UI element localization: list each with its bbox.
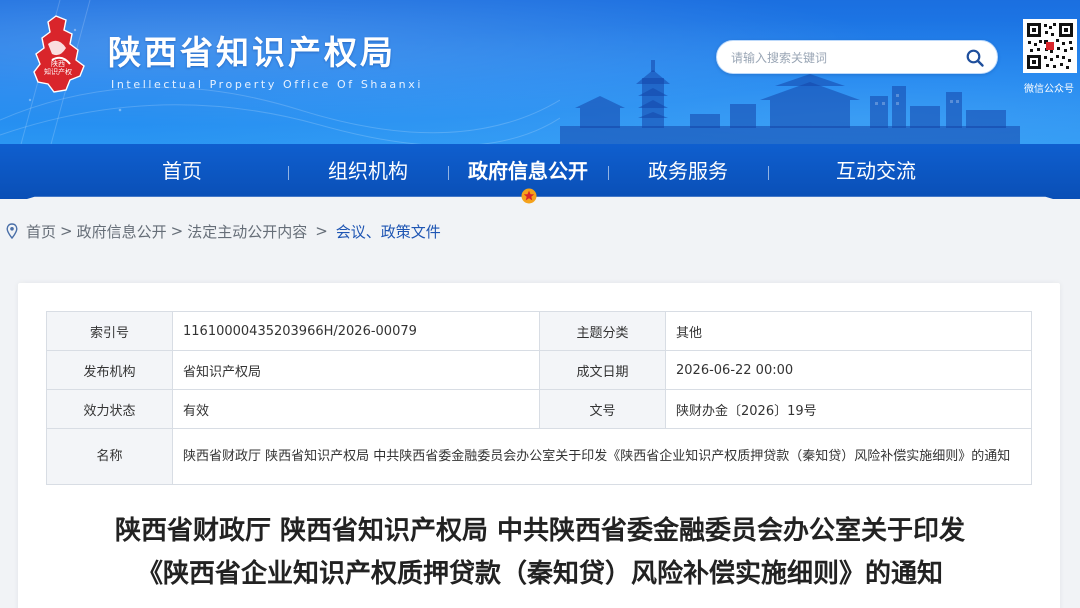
qr-label: 微信公众号 bbox=[1024, 84, 1074, 95]
table-row: 发布机构 省知识产权局 成文日期 2026-06-22 00:00 bbox=[46, 350, 1032, 390]
logo-caption: 陕西 知识产权 bbox=[30, 60, 86, 76]
issuer-value: 省知识产权局 bbox=[172, 350, 540, 390]
table-row: 索引号 11610000435203966H/2026-00079 主题分类 其… bbox=[46, 311, 1032, 351]
breadcrumb-home[interactable]: 首页 bbox=[26, 221, 56, 242]
nav-separator bbox=[768, 166, 769, 180]
table-row: 效力状态 有效 文号 陕财办金〔2026〕19号 bbox=[46, 389, 1032, 429]
breadcrumb-statutory-content[interactable]: 法定主动公开内容 bbox=[187, 221, 307, 242]
breadcrumb-gov-info[interactable]: 政府信息公开 bbox=[77, 221, 167, 242]
shaanxi-map-logo-icon bbox=[33, 15, 85, 93]
nav-item-interaction[interactable]: 互动交流 bbox=[806, 144, 946, 199]
status-value: 有效 bbox=[172, 389, 540, 429]
breadcrumb-current[interactable]: 会议、政策文件 bbox=[336, 221, 441, 242]
logo-caption-line1: 陕西 bbox=[51, 60, 65, 68]
breadcrumb: 首页 > 政府信息公开 > 法定主动公开内容 > 会议、政策文件 bbox=[0, 218, 1080, 244]
date-value: 2026-06-22 00:00 bbox=[665, 350, 1032, 390]
topic-value: 其他 bbox=[665, 311, 1032, 351]
main-nav: 首页 组织机构 政府信息公开 政务服务 互动交流 bbox=[0, 140, 1080, 202]
search-icon[interactable] bbox=[965, 48, 985, 68]
site-title[interactable]: 陕西省知识产权局 bbox=[108, 26, 396, 74]
logo-caption-line2: 知识产权 bbox=[44, 68, 72, 76]
nav-separator bbox=[448, 166, 449, 180]
site-subtitle: Intellectual Property Office Of Shaanxi bbox=[111, 78, 424, 91]
qr-code-icon bbox=[1026, 22, 1074, 70]
breadcrumb-separator: > bbox=[60, 222, 73, 240]
nav-separator bbox=[288, 166, 289, 180]
breadcrumb-separator: > bbox=[315, 222, 328, 240]
name-label: 名称 bbox=[46, 428, 173, 485]
nav-item-organization[interactable]: 组织机构 bbox=[298, 144, 438, 199]
document-title: 陕西省财政厅 陕西省知识产权局 中共陕西省委金融委员会办公室关于印发 《陕西省企… bbox=[40, 510, 1040, 596]
document-title-line1: 陕西省财政厅 陕西省知识产权局 中共陕西省委金融委员会办公室关于印发 bbox=[114, 516, 966, 546]
search-input[interactable] bbox=[731, 48, 953, 68]
docno-value: 陕财办金〔2026〕19号 bbox=[665, 389, 1032, 429]
date-label: 成文日期 bbox=[539, 350, 666, 390]
site-header: 陕西 知识产权 陕西省知识产权局 Intellectual Property O… bbox=[0, 0, 1080, 148]
location-pin-icon bbox=[6, 223, 18, 239]
nav-item-services[interactable]: 政务服务 bbox=[618, 144, 758, 199]
topic-label: 主题分类 bbox=[539, 311, 666, 351]
table-row: 名称 陕西省财政厅 陕西省知识产权局 中共陕西省委金融委员会办公室关于印发《陕西… bbox=[46, 428, 1032, 485]
wechat-qr-code[interactable] bbox=[1023, 19, 1077, 73]
issuer-label: 发布机构 bbox=[46, 350, 173, 390]
search-box bbox=[716, 40, 998, 74]
status-label: 效力状态 bbox=[46, 389, 173, 429]
name-value: 陕西省财政厅 陕西省知识产权局 中共陕西省委金融委员会办公室关于印发《陕西省企业… bbox=[172, 428, 1032, 485]
nav-item-home[interactable]: 首页 bbox=[112, 144, 252, 199]
index-label: 索引号 bbox=[46, 311, 173, 351]
document-title-line2: 《陕西省企业知识产权质押贷款（秦知贷）风险补偿实施细则》的通知 bbox=[136, 559, 943, 589]
document-metadata-table: 索引号 11610000435203966H/2026-00079 主题分类 其… bbox=[46, 311, 1032, 485]
docno-label: 文号 bbox=[539, 389, 666, 429]
nav-separator bbox=[608, 166, 609, 180]
active-nav-star-icon bbox=[521, 188, 537, 204]
breadcrumb-separator: > bbox=[170, 222, 184, 240]
index-value: 11610000435203966H/2026-00079 bbox=[172, 311, 540, 351]
